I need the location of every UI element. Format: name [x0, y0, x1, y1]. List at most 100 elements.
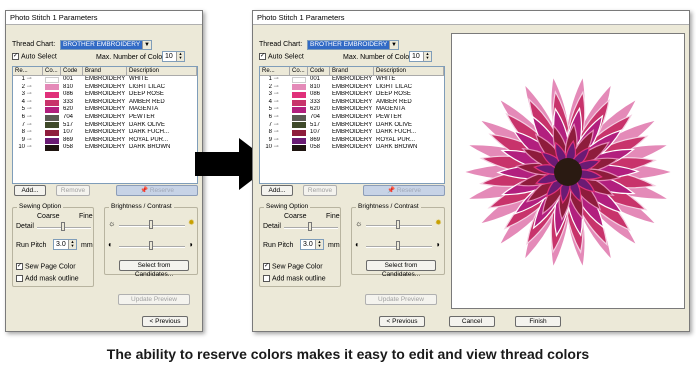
add-button[interactable]: Add... [14, 185, 46, 196]
max-colors-input[interactable]: 10 ▲ ▼ [162, 51, 185, 62]
pin-icon[interactable]: ⊸ [25, 99, 32, 105]
column-header[interactable]: Re... [260, 67, 290, 75]
update-preview-button[interactable]: Update Preview [365, 294, 437, 305]
row-number-cell: 8 ⊸ [13, 129, 43, 137]
update-preview-button[interactable]: Update Preview [118, 294, 190, 305]
auto-select-check[interactable]: ✓ [259, 53, 266, 60]
pin-icon[interactable]: ⊸ [25, 114, 32, 120]
table-row[interactable]: 9 ⊸ 869 EMBROIDERY ROYAL PUR... [260, 137, 444, 145]
column-header[interactable]: Brand [83, 67, 127, 75]
add-mask-outline-checkbox[interactable]: Add mask outline [16, 275, 79, 282]
table-row[interactable]: 4 ⊸ 333 EMBROIDERY AMBER RED [13, 99, 197, 107]
run-pitch-input[interactable]: 3.0 ▲ ▼ [53, 239, 77, 250]
description-cell: DARK OLIVE [376, 121, 413, 128]
column-header[interactable]: Code [308, 67, 330, 75]
thread-table-left[interactable]: Re... Co... Code Brand Description 1 ⊸ 00… [12, 66, 198, 184]
table-row[interactable]: 7 ⊸ 517 EMBROIDERY DARK OLIVE [260, 122, 444, 130]
pin-icon[interactable]: ⊸ [272, 84, 279, 90]
auto-select-check[interactable]: ✓ [12, 53, 19, 60]
table-row[interactable]: 5 ⊸ 620 EMBROIDERY MAGENTA [260, 106, 444, 114]
pin-icon[interactable]: ⊸ [272, 129, 279, 135]
chevron-down-icon[interactable]: ▼ [142, 41, 151, 49]
add-button[interactable]: Add... [261, 185, 293, 196]
table-row[interactable]: 8 ⊸ 107 EMBROIDERY DARK FUCH... [260, 129, 444, 137]
brightness-slider-thumb[interactable] [396, 220, 400, 229]
table-row[interactable]: 3 ⊸ 086 EMBROIDERY DEEP ROSE [13, 91, 197, 99]
table-row[interactable]: 1 ⊸ 001 EMBROIDERY WHITE [13, 76, 197, 84]
select-candidates-button[interactable]: Select from Candidates... [366, 260, 436, 278]
auto-select-checkbox[interactable]: ✓ Auto Select [12, 53, 57, 60]
sew-page-color-check[interactable]: ✓ [16, 263, 23, 270]
table-row[interactable]: 4 ⊸ 333 EMBROIDERY AMBER RED [260, 99, 444, 107]
previous-button[interactable]: < Previous [379, 316, 425, 327]
pin-icon[interactable]: ⊸ [25, 129, 32, 135]
remove-button[interactable]: Remove [56, 185, 90, 196]
thread-chart-select[interactable]: BROTHER EMBROIDERY ▼ [307, 40, 399, 50]
finish-button[interactable]: Finish [515, 316, 561, 327]
pin-icon[interactable]: ⊸ [272, 106, 279, 112]
add-mask-outline-checkbox[interactable]: Add mask outline [263, 275, 326, 282]
table-row[interactable]: 6 ⊸ 704 EMBROIDERY PEWTER [260, 114, 444, 122]
add-mask-outline-check[interactable] [263, 275, 270, 282]
table-row[interactable]: 9 ⊸ 869 EMBROIDERY ROYAL PUR... [13, 137, 197, 145]
column-header[interactable]: Co... [290, 67, 308, 75]
pin-icon[interactable]: ⊸ [272, 99, 279, 105]
pin-icon[interactable]: ⊸ [25, 91, 32, 97]
remove-button[interactable]: Remove [303, 185, 337, 196]
brightness-slider-thumb[interactable] [149, 220, 153, 229]
detail-slider-thumb[interactable] [308, 222, 312, 231]
spinner-arrows-icon[interactable]: ▲ ▼ [315, 240, 323, 249]
table-row[interactable]: 10 ⊸ 058 EMBROIDERY DARK BROWN [13, 144, 197, 152]
run-pitch-input[interactable]: 3.0 ▲ ▼ [300, 239, 324, 250]
column-header[interactable]: Description [127, 67, 197, 75]
add-mask-outline-check[interactable] [16, 275, 23, 282]
spinner-arrows-icon[interactable]: ▲ ▼ [68, 240, 76, 249]
table-row[interactable]: 2 ⊸ 810 EMBROIDERY LIGHT LILAC [260, 84, 444, 92]
pin-icon[interactable]: ⊸ [272, 122, 279, 128]
table-row[interactable]: 7 ⊸ 517 EMBROIDERY DARK OLIVE [13, 122, 197, 130]
pin-icon[interactable]: ⊸ [25, 144, 32, 150]
sew-page-color-checkbox[interactable]: ✓ Sew Page Color [16, 263, 76, 270]
sew-page-color-checkbox[interactable]: ✓ Sew Page Color [263, 263, 323, 270]
pin-icon[interactable]: ⊸ [272, 137, 279, 143]
table-row[interactable]: 2 ⊸ 810 EMBROIDERY LIGHT LILAC [13, 84, 197, 92]
pin-icon[interactable]: ⊸ [25, 137, 32, 143]
detail-slider-thumb[interactable] [61, 222, 65, 231]
thread-table-right[interactable]: Re... Co... Code Brand Description 1 ⊸ 00… [259, 66, 445, 184]
column-header[interactable]: Re... [13, 67, 43, 75]
contrast-slider-thumb[interactable] [396, 241, 400, 250]
row-number-cell: 7 ⊸ [13, 122, 43, 130]
spinner-arrows-icon[interactable]: ▲ ▼ [176, 52, 184, 61]
pin-icon[interactable]: ⊸ [25, 122, 32, 128]
sew-page-color-check[interactable]: ✓ [263, 263, 270, 270]
spinner-arrows-icon[interactable]: ▲ ▼ [423, 52, 431, 61]
column-header[interactable]: Description [374, 67, 444, 75]
pin-icon[interactable]: ⊸ [25, 106, 32, 112]
table-row[interactable]: 6 ⊸ 704 EMBROIDERY PEWTER [13, 114, 197, 122]
previous-button[interactable]: < Previous [142, 316, 188, 327]
table-row[interactable]: 8 ⊸ 107 EMBROIDERY DARK FUCH... [13, 129, 197, 137]
column-header[interactable]: Code [61, 67, 83, 75]
pin-icon[interactable]: ⊸ [272, 144, 279, 150]
chevron-down-icon[interactable]: ▼ [389, 41, 398, 49]
column-header[interactable]: Co... [43, 67, 61, 75]
pin-icon[interactable]: ⊸ [272, 91, 279, 97]
table-row[interactable]: 10 ⊸ 058 EMBROIDERY DARK BROWN [260, 144, 444, 152]
column-header[interactable]: Brand [330, 67, 374, 75]
thread-chart-select[interactable]: BROTHER EMBROIDERY ▼ [60, 40, 152, 50]
pin-icon[interactable]: ⊸ [272, 76, 279, 82]
contrast-slider-thumb[interactable] [149, 241, 153, 250]
reserve-button[interactable]: 📌 Reserve [363, 185, 445, 196]
row-number: 4 [21, 98, 25, 105]
reserve-button[interactable]: 📌 Reserve [116, 185, 198, 196]
table-row[interactable]: 3 ⊸ 086 EMBROIDERY DEEP ROSE [260, 91, 444, 99]
max-colors-input[interactable]: 10 ▲ ▼ [409, 51, 432, 62]
table-row[interactable]: 5 ⊸ 620 EMBROIDERY MAGENTA [13, 106, 197, 114]
cancel-button[interactable]: Cancel [449, 316, 495, 327]
table-row[interactable]: 1 ⊸ 001 EMBROIDERY WHITE [260, 76, 444, 84]
select-candidates-button[interactable]: Select from Candidates... [119, 260, 189, 278]
pin-icon[interactable]: ⊸ [25, 76, 32, 82]
pin-icon[interactable]: ⊸ [25, 84, 32, 90]
pin-icon[interactable]: ⊸ [272, 114, 279, 120]
auto-select-checkbox[interactable]: ✓ Auto Select [259, 53, 304, 60]
